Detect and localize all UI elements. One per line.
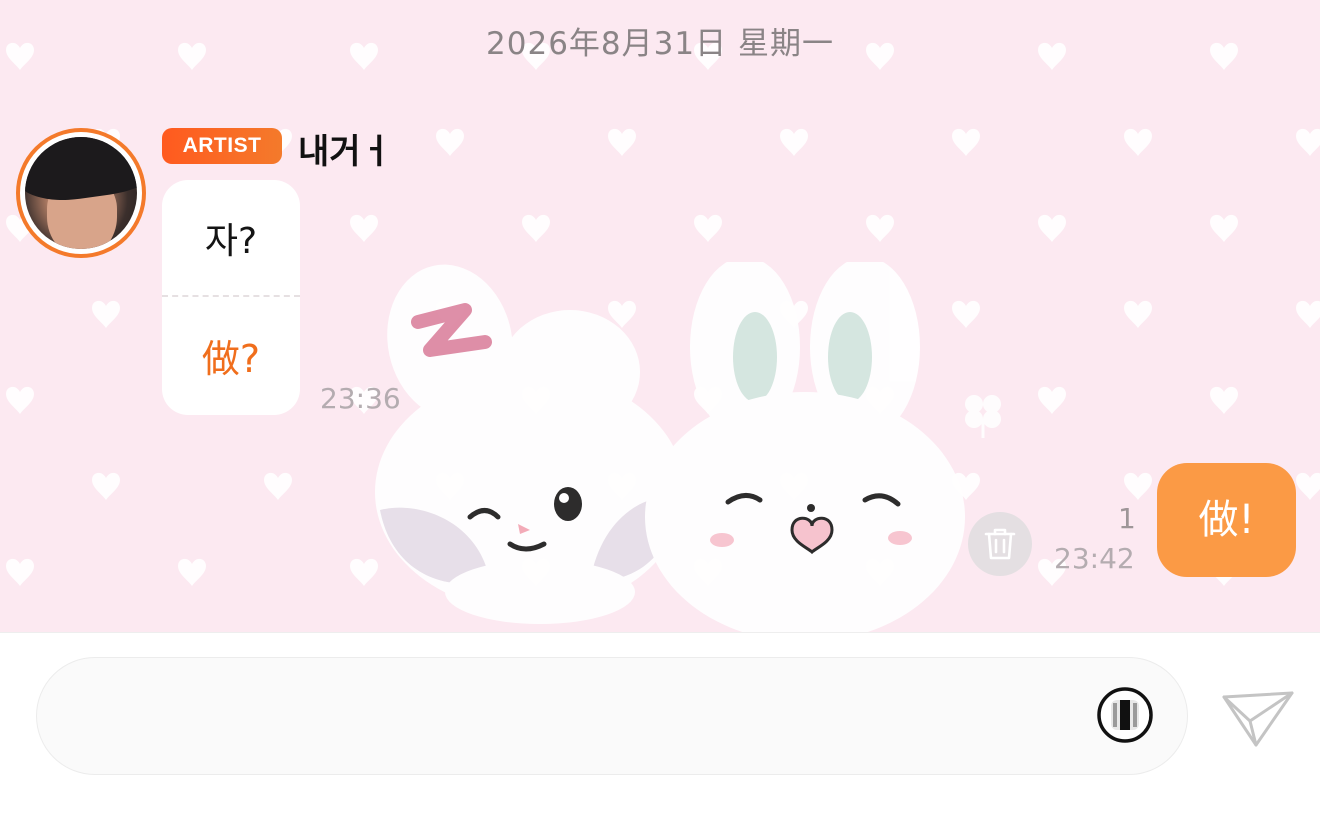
message-input-bar — [0, 632, 1320, 823]
my-message-bubble[interactable]: 做! — [1157, 463, 1296, 577]
artist-avatar[interactable] — [16, 128, 146, 258]
translated-message-text: 做? — [201, 337, 261, 381]
translation-divider — [162, 295, 300, 297]
artist-message-bubble[interactable]: 자? 做? — [162, 180, 300, 415]
artist-message-time: 23:36 — [320, 382, 401, 415]
translate-toggle-button[interactable] — [1095, 685, 1155, 745]
avatar-photo — [25, 137, 137, 249]
chat-area[interactable]: 2026年8月31日 星期一 ARTIST 내거ㅓ 자? 做? 23:36 1 … — [0, 0, 1320, 632]
original-message-text: 자? — [204, 221, 258, 262]
sender-name: 내거ㅓ — [298, 132, 392, 172]
date-divider: 2026年8月31日 星期一 — [486, 26, 834, 62]
artist-badge: ARTIST — [162, 128, 282, 164]
unread-count: 1 — [1118, 502, 1136, 535]
paper-plane-icon — [1222, 691, 1294, 747]
bunny-illustration — [375, 262, 965, 632]
delete-message-button[interactable] — [968, 512, 1032, 576]
send-button[interactable] — [1218, 685, 1298, 751]
message-input[interactable] — [36, 657, 1188, 775]
translate-toggle-icon — [1097, 687, 1153, 743]
trash-icon — [984, 528, 1016, 560]
my-message-time: 23:42 — [1054, 542, 1135, 575]
chat-screen: 2026年8月31日 星期一 ARTIST 내거ㅓ 자? 做? 23:36 1 … — [0, 0, 1320, 823]
